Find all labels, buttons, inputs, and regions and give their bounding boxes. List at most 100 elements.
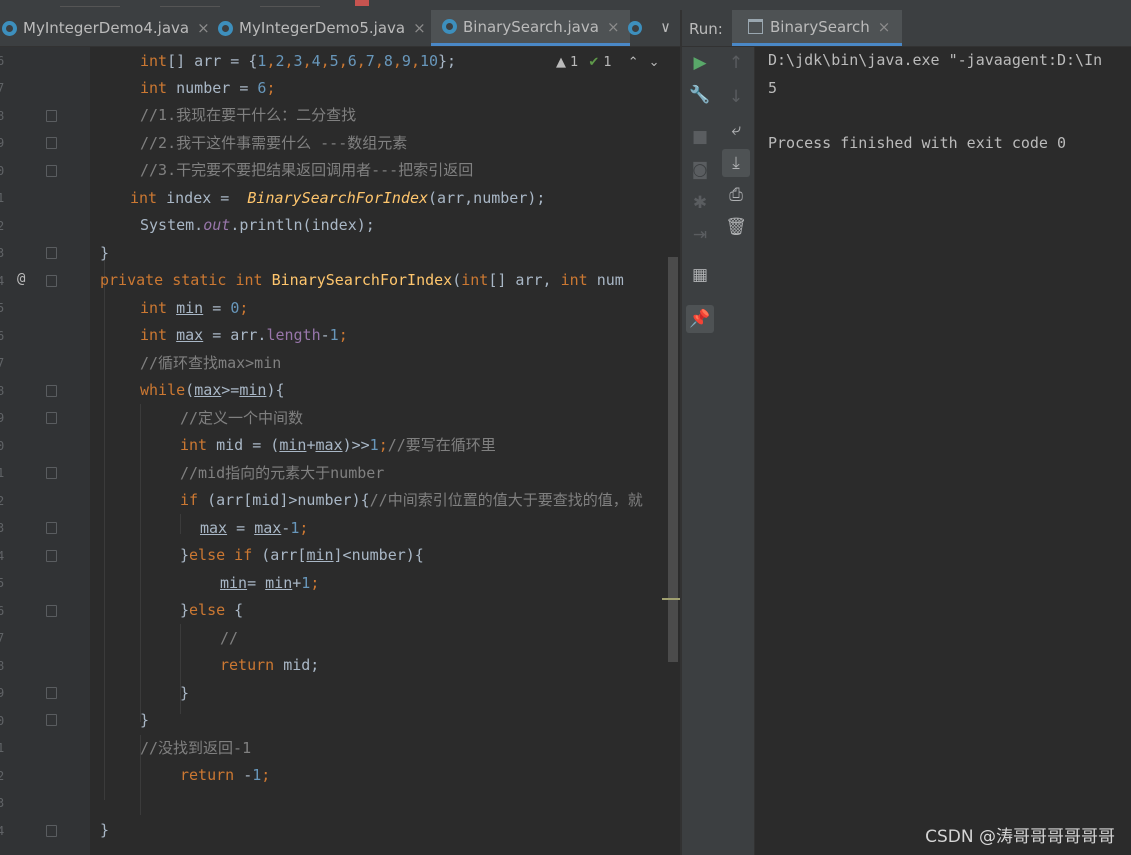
override-icon[interactable]: @ xyxy=(17,271,25,287)
watermark: CSDN @涛哥哥哥哥哥哥 xyxy=(925,827,1115,847)
layout-icon[interactable]: ▦ xyxy=(682,265,718,285)
fold-marker[interactable] xyxy=(46,275,57,287)
soft-wrap-icon[interactable]: ⤶ xyxy=(718,120,754,140)
fold-marker[interactable] xyxy=(46,165,57,177)
line-number: 5 xyxy=(0,301,5,315)
arrow-up-icon[interactable]: ↑ xyxy=(718,53,754,73)
breadcrumb-strip xyxy=(0,0,1131,10)
run-toolbar-secondary: ↑ ↓ ⤶ ⤓ ⎙ 🗑 xyxy=(718,47,755,855)
line-number: 2 xyxy=(0,494,5,508)
fold-marker[interactable] xyxy=(46,825,57,837)
run-label: Run: xyxy=(689,20,723,38)
fold-marker[interactable] xyxy=(46,687,57,699)
code-comment: //mid指向的元素大于number xyxy=(180,464,385,482)
line-number: 0 xyxy=(0,439,5,453)
code-line: } xyxy=(180,684,190,702)
fold-marker[interactable] xyxy=(46,605,57,617)
line-number: 4 xyxy=(0,824,5,838)
pin-icon[interactable]: 📌 xyxy=(686,305,714,333)
class-icon xyxy=(218,20,233,36)
code-comment: //2.我干这件事需要什么 ---数组元素 xyxy=(140,134,408,152)
console-line: Process finished with exit code 0 xyxy=(768,134,1067,152)
indent-guide xyxy=(104,260,105,800)
code-line: if (arr[mid]>number){//中间索引位置的值大于要查找的值，就 xyxy=(180,491,643,509)
fold-marker[interactable] xyxy=(46,137,57,149)
fold-marker[interactable] xyxy=(46,467,57,479)
trash-icon[interactable]: 🗑 xyxy=(718,217,754,237)
code-line: int mid = (min+max)>>1;//要写在循环里 xyxy=(180,436,496,454)
chevron-down-icon[interactable]: ∨ xyxy=(661,18,670,36)
code-line: while(max>=min){ xyxy=(140,381,285,399)
editor-tab-bar: MyIntegerDemo4.java × MyIntegerDemo5.jav… xyxy=(0,10,680,47)
code-comment: //1.我现在要干什么：二分查找 xyxy=(140,106,357,124)
code-editor[interactable]: 6 7 8 9 0 1 2 3 4 5 6 7 8 9 0 1 2 3 4 5 … xyxy=(0,47,680,855)
tab-myintegerdemo5[interactable]: MyIntegerDemo5.java × xyxy=(218,10,426,46)
line-number: 3 xyxy=(0,246,5,260)
stop-icon[interactable]: ■ xyxy=(682,127,718,147)
code-comment: // xyxy=(220,629,239,647)
tab-overflow-item[interactable] xyxy=(628,10,648,46)
line-number: 8 xyxy=(0,109,5,123)
code-line: return -1; xyxy=(180,766,271,784)
bug-icon[interactable]: ✱ xyxy=(682,193,718,213)
fold-marker[interactable] xyxy=(46,714,57,726)
run-toolbar-primary: ▶ 🔧 ■ ◙ ✱ ⇥ ▦ 📌 xyxy=(682,47,718,855)
console-icon xyxy=(748,19,763,34)
fold-marker[interactable] xyxy=(46,412,57,424)
code-comment: //定义一个中间数 xyxy=(180,409,304,427)
line-number: 9 xyxy=(0,686,5,700)
gutter: 6 7 8 9 0 1 2 3 4 5 6 7 8 9 0 1 2 3 4 5 … xyxy=(0,47,90,855)
code-line: int index = BinarySearchForIndex(arr,num… xyxy=(130,189,546,207)
code-line: }else if (arr[min]<number){ xyxy=(180,546,424,564)
print-icon[interactable]: ⎙ xyxy=(718,185,754,205)
run-tab-binarysearch[interactable]: BinarySearch × xyxy=(732,10,903,46)
scroll-end-icon[interactable]: ⤓ xyxy=(722,149,750,177)
tab-binarysearch[interactable]: BinarySearch.java × xyxy=(431,10,630,46)
code-area[interactable]: int[] arr = {1,2,3,4,5,6,7,8,9,10}; int … xyxy=(100,47,670,855)
code-line: System.out.println(index); xyxy=(140,216,375,234)
exit-icon[interactable]: ⇥ xyxy=(682,225,718,245)
close-icon[interactable]: × xyxy=(878,18,891,36)
line-number: 7 xyxy=(0,631,5,645)
wrench-icon[interactable]: 🔧 xyxy=(682,85,718,105)
editor-scrollbar[interactable] xyxy=(668,257,678,662)
fold-marker[interactable] xyxy=(46,110,57,122)
line-number: 9 xyxy=(0,136,5,150)
console-line: D:\jdk\bin\java.exe "-javaagent:D:\In xyxy=(768,51,1103,69)
code-line: int min = 0; xyxy=(140,299,249,317)
line-number: 0 xyxy=(0,714,5,728)
line-number: 6 xyxy=(0,54,5,68)
tab-label: MyIntegerDemo4.java xyxy=(23,19,190,37)
console-output[interactable]: D:\jdk\bin\java.exe "-javaagent:D:\In 5 … xyxy=(768,47,1131,855)
camera-icon[interactable]: ◙ xyxy=(682,160,718,180)
arrow-down-icon[interactable]: ↓ xyxy=(718,87,754,107)
code-line: } xyxy=(140,711,150,729)
code-line: max = max-1; xyxy=(200,519,309,537)
line-number: 3 xyxy=(0,521,5,535)
fold-marker[interactable] xyxy=(46,385,57,397)
fold-marker[interactable] xyxy=(46,522,57,534)
line-number: 2 xyxy=(0,219,5,233)
fold-marker[interactable] xyxy=(46,247,57,259)
code-comment: //循环查找max>min xyxy=(140,354,282,372)
run-panel-header: Run: BinarySearch × xyxy=(682,10,1131,47)
code-line: } xyxy=(100,821,110,839)
run-panel: Run: BinarySearch × ▶ 🔧 ■ ◙ ✱ ⇥ ▦ 📌 ↑ ↓ … xyxy=(682,10,1131,855)
play-icon[interactable]: ▶ xyxy=(682,53,718,73)
close-icon[interactable]: × xyxy=(197,19,210,37)
code-line: private static int BinarySearchForIndex(… xyxy=(100,271,624,289)
close-icon[interactable]: × xyxy=(607,18,620,36)
code-line: min= min+1; xyxy=(220,574,320,592)
tab-myintegerdemo4[interactable]: MyIntegerDemo4.java × xyxy=(2,10,210,46)
scrollbar-marker xyxy=(662,598,680,600)
line-number: 1 xyxy=(0,741,5,755)
line-number: 7 xyxy=(0,356,5,370)
code-line: return mid; xyxy=(220,656,320,674)
line-number: 4 xyxy=(0,549,5,563)
line-number: 0 xyxy=(0,164,5,178)
close-icon[interactable]: × xyxy=(413,19,426,37)
fold-marker[interactable] xyxy=(46,550,57,562)
class-icon xyxy=(628,21,642,35)
tab-label: MyIntegerDemo5.java xyxy=(239,19,406,37)
line-number: 6 xyxy=(0,329,5,343)
